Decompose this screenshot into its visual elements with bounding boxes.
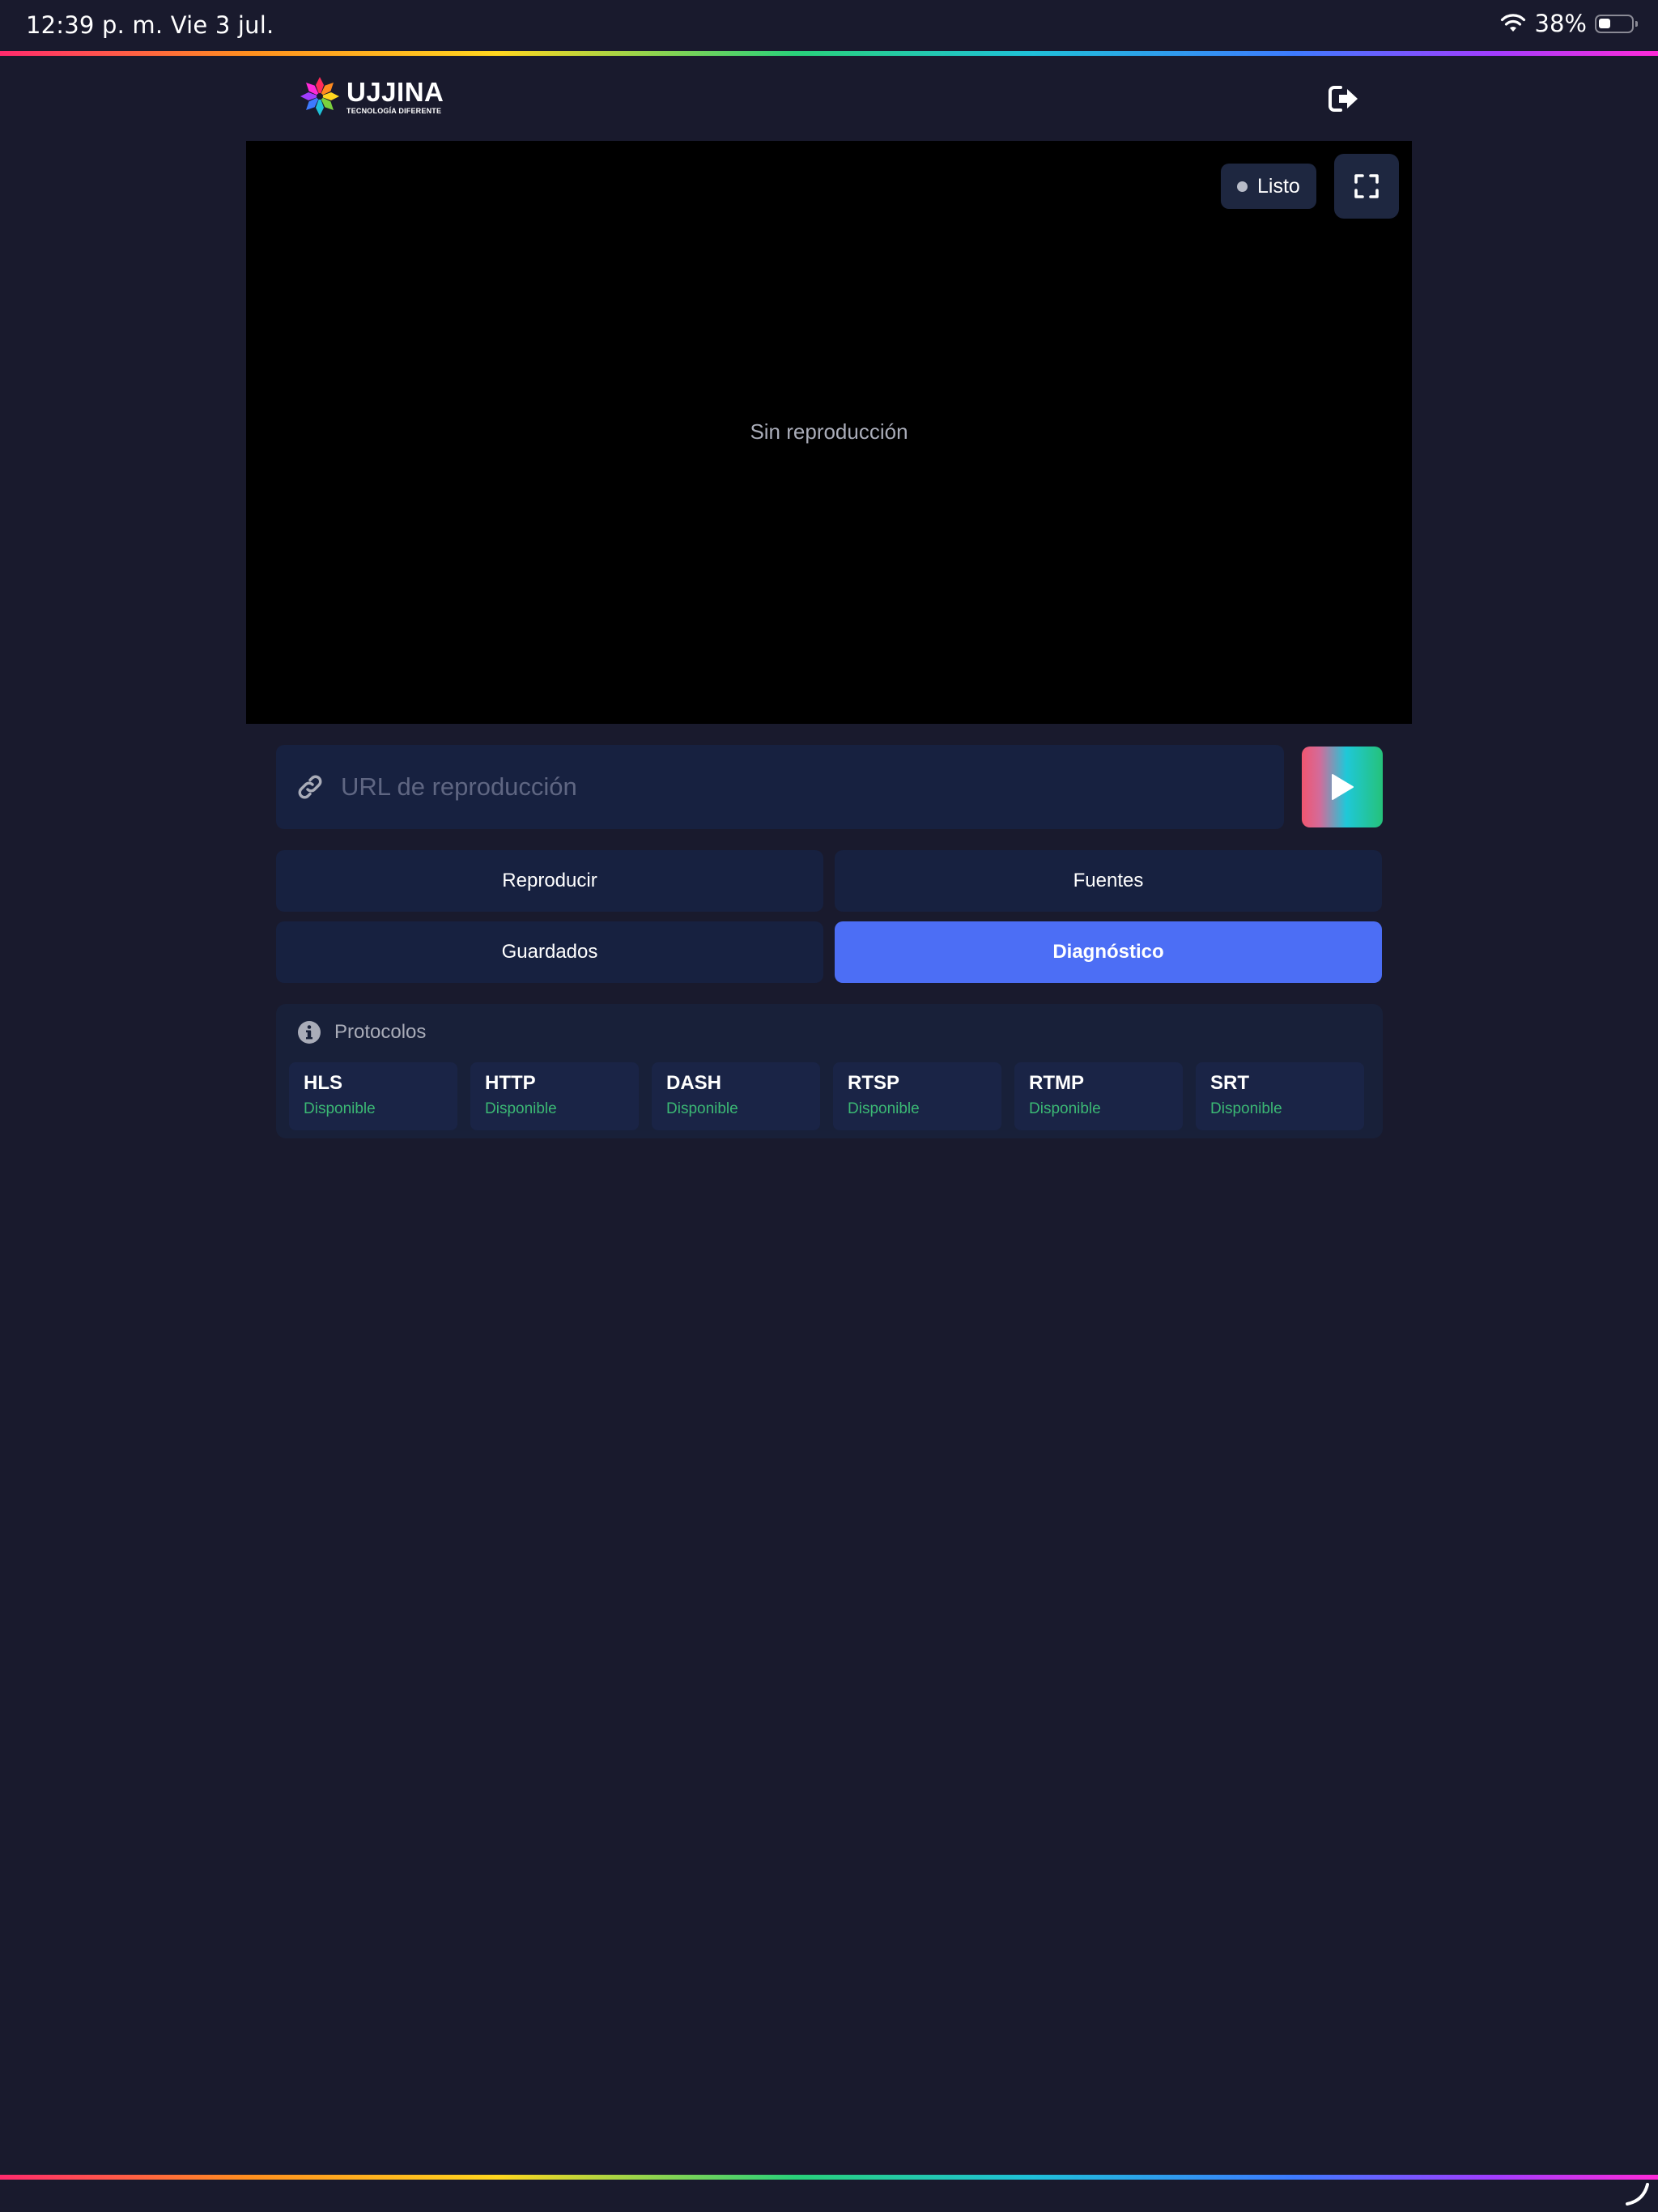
battery-percent: 38% bbox=[1534, 10, 1587, 37]
tab-fuentes[interactable]: Fuentes bbox=[835, 850, 1382, 912]
fullscreen-icon bbox=[1354, 174, 1379, 198]
protocols-panel: Protocolos HLS Disponible HTTP Disponibl… bbox=[276, 1004, 1383, 1138]
protocol-card-rtmp: RTMP Disponible bbox=[1014, 1062, 1183, 1130]
logo: UJJINA TECNOLOGÍA DIFERENTE bbox=[298, 74, 444, 118]
status-indicators: 38% bbox=[1499, 10, 1638, 37]
tab-diagnostico[interactable]: Diagnóstico bbox=[835, 921, 1382, 983]
logout-button[interactable] bbox=[1326, 83, 1362, 115]
bottom-rainbow-strip bbox=[0, 2175, 1658, 2180]
url-field[interactable] bbox=[276, 744, 1284, 830]
protocol-status: Disponible bbox=[848, 1100, 920, 1117]
protocols-title: Protocolos bbox=[334, 1021, 427, 1043]
tab-reproducir[interactable]: Reproducir bbox=[276, 850, 823, 912]
fullscreen-button[interactable] bbox=[1334, 154, 1399, 219]
protocol-name: HTTP bbox=[485, 1072, 536, 1094]
logo-text: UJJINA TECNOLOGÍA DIFERENTE bbox=[346, 79, 444, 115]
play-icon bbox=[1332, 774, 1354, 800]
status-dot bbox=[1237, 181, 1248, 192]
status-bar: 12:39 p. m. Vie 3 jul. 38% bbox=[0, 0, 1658, 52]
protocol-name: DASH bbox=[666, 1072, 722, 1094]
protocol-card-dash: DASH Disponible bbox=[652, 1062, 820, 1130]
battery-icon bbox=[1595, 14, 1638, 33]
app-header: UJJINA TECNOLOGÍA DIFERENTE bbox=[246, 65, 1412, 141]
protocol-name: RTSP bbox=[848, 1072, 900, 1094]
link-icon bbox=[298, 775, 322, 799]
protocol-card-http: HTTP Disponible bbox=[470, 1062, 639, 1130]
battery-level bbox=[1599, 18, 1610, 28]
protocol-status: Disponible bbox=[485, 1100, 557, 1117]
corner-gesture-icon bbox=[1626, 2183, 1649, 2206]
protocol-card-srt: SRT Disponible bbox=[1196, 1062, 1364, 1130]
logout-icon bbox=[1329, 86, 1358, 112]
play-button[interactable] bbox=[1302, 747, 1383, 827]
flower-logo-icon bbox=[300, 77, 339, 116]
logo-name: UJJINA bbox=[346, 76, 444, 107]
status-time: 12:39 p. m. Vie 3 jul. bbox=[26, 11, 274, 39]
player-status-label: Listo bbox=[1257, 174, 1300, 198]
tab-guardados[interactable]: Guardados bbox=[276, 921, 823, 983]
protocol-name: RTMP bbox=[1029, 1072, 1084, 1094]
video-player[interactable]: Listo Sin reproducción bbox=[246, 141, 1412, 724]
player-empty-message: Sin reproducción bbox=[750, 419, 908, 444]
protocol-card-rtsp: RTSP Disponible bbox=[833, 1062, 1001, 1130]
protocol-name: HLS bbox=[304, 1072, 342, 1094]
logo-tagline: TECNOLOGÍA DIFERENTE bbox=[346, 106, 442, 115]
app-screen: 12:39 p. m. Vie 3 jul. 38% UJJINA TECNOL… bbox=[0, 0, 1658, 2212]
player-status-badge: Listo bbox=[1221, 164, 1316, 209]
wifi-icon bbox=[1500, 14, 1525, 32]
protocol-status: Disponible bbox=[1029, 1100, 1101, 1117]
protocol-status: Disponible bbox=[1210, 1100, 1282, 1117]
protocol-name: SRT bbox=[1210, 1072, 1249, 1094]
url-input[interactable] bbox=[339, 744, 1284, 830]
protocols-header: Protocolos bbox=[297, 1020, 426, 1044]
protocols-list: HLS Disponible HTTP Disponible DASH Disp… bbox=[289, 1062, 1364, 1130]
info-icon bbox=[298, 1021, 321, 1044]
top-rainbow-strip bbox=[0, 51, 1658, 56]
protocol-card-hls: HLS Disponible bbox=[289, 1062, 457, 1130]
protocol-status: Disponible bbox=[304, 1100, 376, 1117]
protocol-status: Disponible bbox=[666, 1100, 738, 1117]
